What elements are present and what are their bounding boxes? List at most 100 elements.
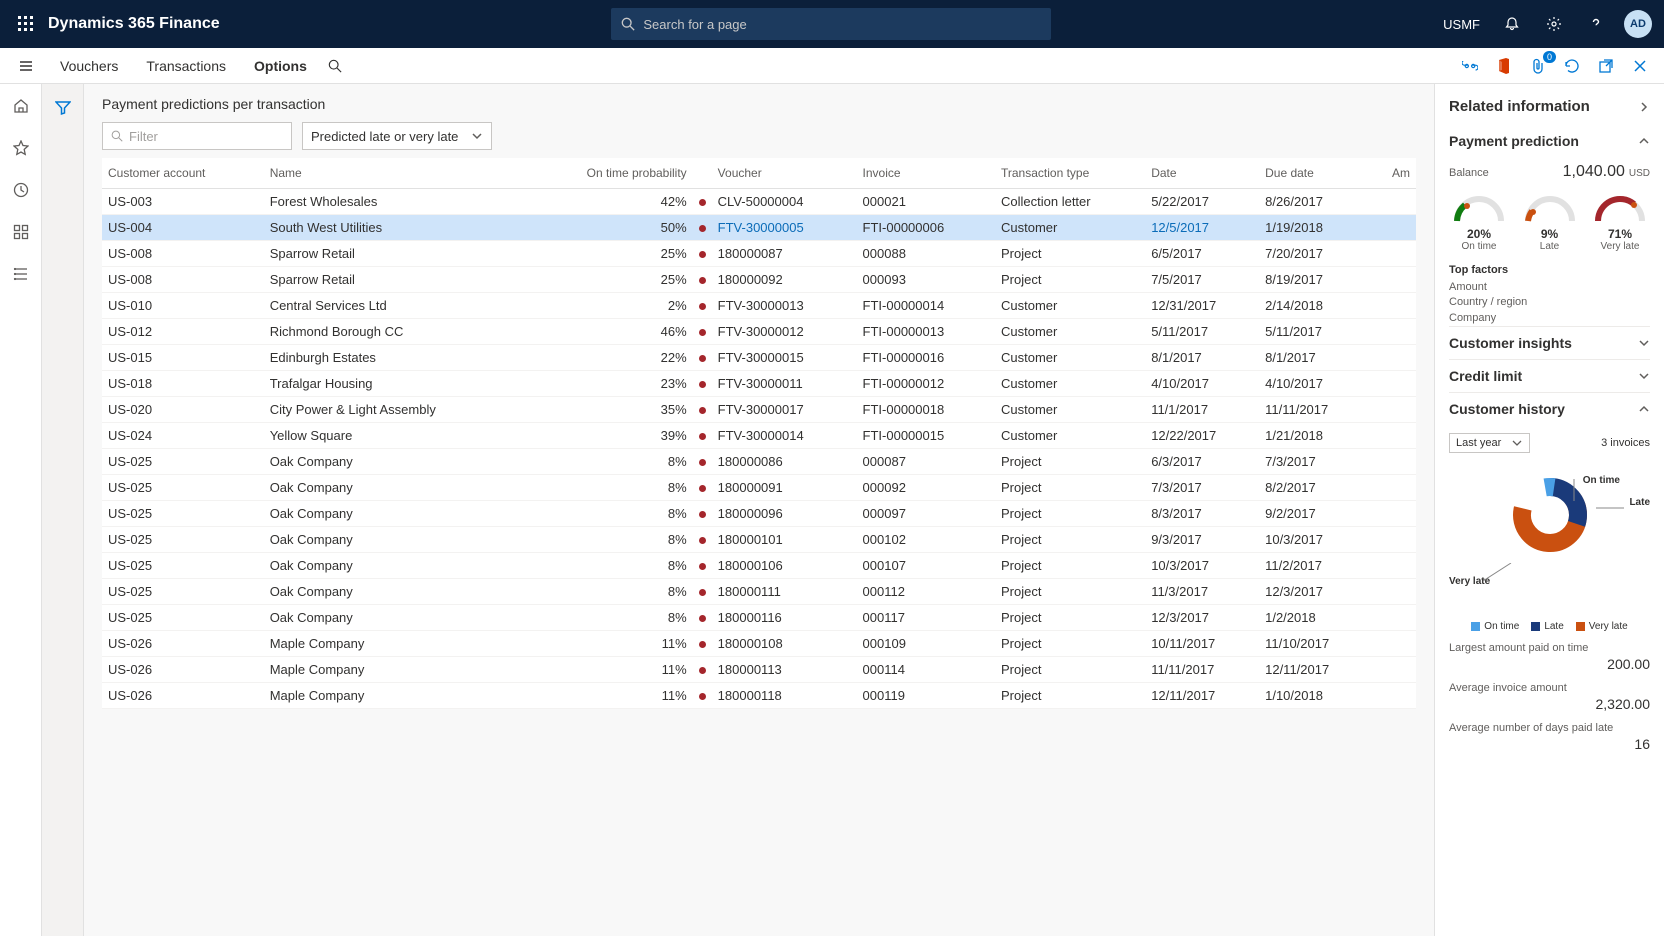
cell-account[interactable]: US-025 (102, 605, 264, 631)
cell-name[interactable]: Oak Company (264, 475, 527, 501)
cell-due[interactable]: 8/1/2017 (1259, 345, 1371, 371)
cell-invoice[interactable]: 000092 (857, 475, 995, 501)
cell-invoice[interactable]: 000102 (857, 527, 995, 553)
cell-due[interactable]: 2/14/2018 (1259, 293, 1371, 319)
cell-due[interactable]: 1/19/2018 (1259, 215, 1371, 241)
cell-due[interactable]: 7/3/2017 (1259, 449, 1371, 475)
cell-invoice[interactable]: FTI-00000006 (857, 215, 995, 241)
cell-voucher[interactable]: CLV-50000004 (712, 189, 857, 215)
cell-account[interactable]: US-025 (102, 475, 264, 501)
settings-icon[interactable] (1540, 10, 1568, 38)
cell-voucher[interactable]: 180000101 (712, 527, 857, 553)
cell-date[interactable]: 12/31/2017 (1145, 293, 1259, 319)
cell-prob[interactable]: 2% (527, 293, 693, 319)
cell-amount[interactable] (1372, 215, 1416, 241)
cell-voucher[interactable]: FTV-30000012 (712, 319, 857, 345)
table-row[interactable]: US-003Forest Wholesales42%CLV-5000000400… (102, 189, 1416, 215)
cell-account[interactable]: US-026 (102, 631, 264, 657)
cell-type[interactable]: Project (995, 241, 1145, 267)
refresh-icon[interactable] (1560, 54, 1584, 78)
section-customer-history[interactable]: Customer history (1449, 392, 1650, 425)
cell-prob[interactable]: 11% (527, 657, 693, 683)
cell-invoice[interactable]: 000109 (857, 631, 995, 657)
cell-voucher[interactable]: FTV-30000005 (712, 215, 857, 241)
cell-name[interactable]: South West Utilities (264, 215, 527, 241)
cell-prob[interactable]: 8% (527, 605, 693, 631)
table-row[interactable]: US-026Maple Company11%180000118000119Pro… (102, 683, 1416, 709)
cell-invoice[interactable]: FTI-00000013 (857, 319, 995, 345)
col-invoice[interactable]: Invoice (857, 158, 995, 189)
cell-voucher[interactable]: FTV-30000013 (712, 293, 857, 319)
cell-prob[interactable]: 25% (527, 267, 693, 293)
cell-date[interactable]: 11/1/2017 (1145, 397, 1259, 423)
recent-icon[interactable] (7, 176, 35, 204)
cell-prob[interactable]: 22% (527, 345, 693, 371)
popout-icon[interactable] (1594, 54, 1618, 78)
cell-amount[interactable] (1372, 189, 1416, 215)
action-search-icon[interactable] (323, 54, 347, 78)
cell-account[interactable]: US-025 (102, 527, 264, 553)
cell-voucher[interactable]: FTV-30000011 (712, 371, 857, 397)
cell-due[interactable]: 8/2/2017 (1259, 475, 1371, 501)
company-picker[interactable]: USMF (1443, 17, 1480, 32)
cell-name[interactable]: Oak Company (264, 449, 527, 475)
table-row[interactable]: US-012Richmond Borough CC46%FTV-30000012… (102, 319, 1416, 345)
help-icon[interactable] (1582, 10, 1610, 38)
cell-date[interactable]: 11/11/2017 (1145, 657, 1259, 683)
table-row[interactable]: US-024Yellow Square39%FTV-30000014FTI-00… (102, 423, 1416, 449)
col-prob[interactable]: On time probability (527, 158, 693, 189)
related-links-icon[interactable] (1458, 54, 1482, 78)
cell-voucher[interactable]: 180000106 (712, 553, 857, 579)
filter-icon[interactable] (49, 94, 77, 122)
prediction-filter-dropdown[interactable]: Predicted late or very late (302, 122, 492, 150)
cell-amount[interactable] (1372, 371, 1416, 397)
cell-account[interactable]: US-004 (102, 215, 264, 241)
cell-prob[interactable]: 25% (527, 241, 693, 267)
cell-invoice[interactable]: 000088 (857, 241, 995, 267)
cell-amount[interactable] (1372, 605, 1416, 631)
cell-due[interactable]: 7/20/2017 (1259, 241, 1371, 267)
cell-due[interactable]: 11/10/2017 (1259, 631, 1371, 657)
cell-type[interactable]: Customer (995, 293, 1145, 319)
attachments-icon[interactable]: 0 (1526, 54, 1550, 78)
chevron-right-icon[interactable] (1638, 101, 1650, 113)
cell-invoice[interactable]: 000114 (857, 657, 995, 683)
cell-account[interactable]: US-025 (102, 579, 264, 605)
cell-amount[interactable] (1372, 293, 1416, 319)
cell-name[interactable]: Richmond Borough CC (264, 319, 527, 345)
cell-date[interactable]: 6/5/2017 (1145, 241, 1259, 267)
cell-invoice[interactable]: 000107 (857, 553, 995, 579)
cell-name[interactable]: Oak Company (264, 553, 527, 579)
cell-type[interactable]: Customer (995, 397, 1145, 423)
cell-name[interactable]: Trafalgar Housing (264, 371, 527, 397)
cell-type[interactable]: Project (995, 579, 1145, 605)
cell-voucher[interactable]: 180000086 (712, 449, 857, 475)
cell-name[interactable]: Maple Company (264, 683, 527, 709)
cell-amount[interactable] (1372, 527, 1416, 553)
cell-invoice[interactable]: 000117 (857, 605, 995, 631)
cell-amount[interactable] (1372, 579, 1416, 605)
cell-date[interactable]: 7/5/2017 (1145, 267, 1259, 293)
cell-account[interactable]: US-018 (102, 371, 264, 397)
cell-prob[interactable]: 42% (527, 189, 693, 215)
cell-name[interactable]: City Power & Light Assembly (264, 397, 527, 423)
cell-type[interactable]: Customer (995, 371, 1145, 397)
cell-prob[interactable]: 8% (527, 527, 693, 553)
cell-prob[interactable]: 8% (527, 475, 693, 501)
col-account[interactable]: Customer account (102, 158, 264, 189)
cell-type[interactable]: Project (995, 657, 1145, 683)
cell-type[interactable]: Project (995, 683, 1145, 709)
cell-type[interactable]: Customer (995, 345, 1145, 371)
favorites-icon[interactable] (7, 134, 35, 162)
cell-invoice[interactable]: FTI-00000012 (857, 371, 995, 397)
cell-name[interactable]: Central Services Ltd (264, 293, 527, 319)
cell-type[interactable]: Project (995, 267, 1145, 293)
cell-amount[interactable] (1372, 449, 1416, 475)
notifications-icon[interactable] (1498, 10, 1526, 38)
cell-type[interactable]: Customer (995, 319, 1145, 345)
cell-due[interactable]: 1/21/2018 (1259, 423, 1371, 449)
cell-prob[interactable]: 8% (527, 501, 693, 527)
table-row[interactable]: US-025Oak Company8%180000116000117Projec… (102, 605, 1416, 631)
cell-date[interactable]: 6/3/2017 (1145, 449, 1259, 475)
cell-due[interactable]: 8/26/2017 (1259, 189, 1371, 215)
